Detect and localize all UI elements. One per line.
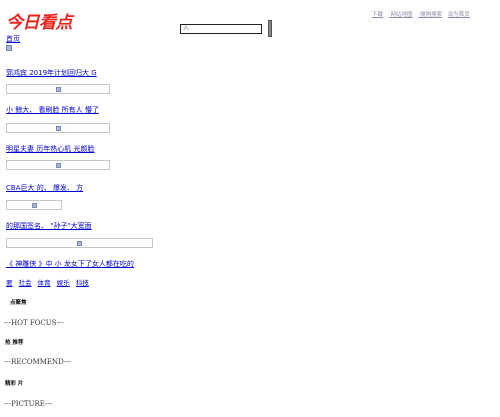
top-link-set-home[interactable]: 设为首页 xyxy=(448,12,470,18)
news-link[interactable]: 小 鲸大、 看刷脸 所有人 懵了 xyxy=(6,105,99,115)
news-link[interactable]: CBA巨大 的、 爆发、 方 xyxy=(6,183,83,193)
top-link-sitemap[interactable]: ·网站地图 xyxy=(389,12,413,18)
home-link[interactable]: 首页 xyxy=(6,34,20,44)
recommend-heading: ---RECOMMEND--- xyxy=(4,358,71,366)
top-link-download[interactable]: 下载 xyxy=(372,12,383,18)
news-image-placeholder[interactable] xyxy=(6,84,110,94)
news-image-placeholder[interactable] xyxy=(6,238,153,248)
hot-focus-heading: ---HOT FOCUS--- xyxy=(4,319,64,327)
news-image-placeholder[interactable] xyxy=(6,200,62,210)
category-tech[interactable]: 科技 xyxy=(76,279,89,287)
top-links: 下载 ·网站地图 ·搜狗搜索 设为首页 xyxy=(372,10,474,18)
news-image-placeholder[interactable] xyxy=(6,123,110,133)
category-sports[interactable]: 体育 xyxy=(38,279,51,287)
recommend-label: 热 推荐 xyxy=(5,340,24,346)
broken-image-icon xyxy=(6,45,12,51)
search-button[interactable] xyxy=(268,20,272,37)
search-input[interactable] xyxy=(180,24,262,34)
category-links: 要 社会 体育 娱乐 科技 xyxy=(6,277,93,287)
category-news[interactable]: 要 xyxy=(6,279,13,287)
broken-image-icon xyxy=(56,163,61,168)
news-image-placeholder[interactable] xyxy=(6,160,110,170)
news-link[interactable]: 明星夫妻 历年热心机 光颜脸 xyxy=(6,144,94,154)
news-link[interactable]: 郭鸿宾 2019年计划回归大 G xyxy=(6,68,97,78)
broken-image-icon xyxy=(32,203,37,208)
picture-heading: ---PICTURE--- xyxy=(4,400,53,408)
news-link[interactable]: 的那国签名、 "孙子"大宽面 xyxy=(6,221,92,231)
broken-image-icon xyxy=(56,87,61,92)
broken-image-icon xyxy=(56,126,61,131)
picture-label: 精彩 片 xyxy=(5,381,24,387)
category-society[interactable]: 社会 xyxy=(19,279,32,287)
hot-label: 点聚焦 xyxy=(10,300,27,306)
news-link[interactable]: 《 神雕侠 》中 小 龙女下了女人都在吃的 xyxy=(6,259,134,269)
site-logo[interactable]: 今日看点 xyxy=(6,13,73,33)
top-link-sogou[interactable]: ·搜狗搜索 xyxy=(418,12,442,18)
category-entertainment[interactable]: 娱乐 xyxy=(57,279,70,287)
broken-image-icon xyxy=(77,241,82,246)
